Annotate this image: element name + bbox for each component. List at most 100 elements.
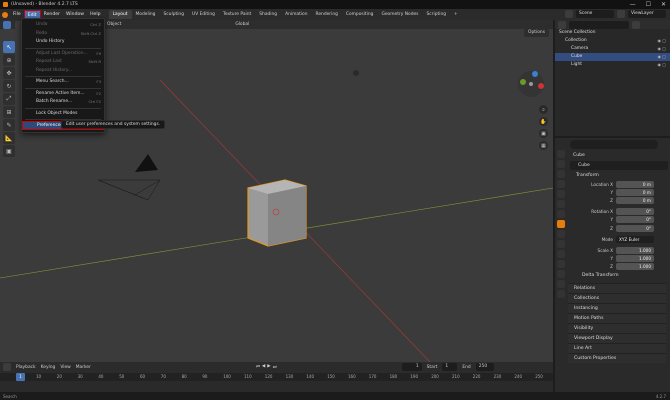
- line-art-panel[interactable]: Line Art: [568, 342, 666, 353]
- perspective-toggle-icon[interactable]: ▦: [539, 141, 548, 150]
- camera-view-icon[interactable]: ▣: [539, 129, 548, 138]
- timeline-ruler[interactable]: 1 10 20 30 40 50 60 70 80 90 100 110 120 130 140 150 16…: [0, 373, 553, 381]
- outliner-scene-collection[interactable]: Scene Collection: [555, 29, 670, 37]
- scale-y-field[interactable]: 1.000: [616, 255, 654, 263]
- scale-tool-icon[interactable]: ⤢: [3, 93, 15, 105]
- cube-object[interactable]: [247, 179, 307, 247]
- output-tab-icon[interactable]: [556, 170, 565, 178]
- scene-tab-icon[interactable]: [556, 190, 565, 198]
- menu-batch-rename[interactable]: Batch Rename... Ctrl F2: [22, 98, 104, 107]
- keying-menu[interactable]: Keying: [41, 365, 56, 370]
- menu-repeat-history[interactable]: Repeat History...: [22, 67, 104, 76]
- outliner-type-icon[interactable]: [558, 20, 566, 29]
- visibility-eye-icon[interactable]: ◉ ▢: [657, 37, 666, 45]
- collections-panel[interactable]: Collections: [568, 292, 666, 303]
- outliner-collection[interactable]: Collection ◉ ▢: [555, 37, 670, 45]
- properties-search-input[interactable]: [570, 140, 658, 149]
- pan-hand-icon[interactable]: ✋: [539, 117, 548, 126]
- viewport-display-panel[interactable]: Viewport Display: [568, 332, 666, 343]
- add-cube-tool-icon[interactable]: ▣: [3, 145, 15, 157]
- visibility-eye-icon[interactable]: ◉ ▢: [657, 61, 666, 69]
- measure-tool-icon[interactable]: 📐: [3, 132, 15, 144]
- collection-tab-icon[interactable]: [556, 210, 565, 218]
- tool-tab-icon[interactable]: [556, 150, 565, 158]
- physics-tab-icon[interactable]: [556, 250, 565, 258]
- instancing-panel[interactable]: Instancing: [568, 302, 666, 313]
- tab-layout[interactable]: Layout: [108, 10, 132, 19]
- add-workspace-button[interactable]: +: [450, 10, 462, 19]
- current-frame-field[interactable]: 1: [401, 363, 422, 371]
- tab-rendering[interactable]: Rendering: [311, 10, 341, 19]
- jump-start-icon[interactable]: ⏮: [256, 364, 260, 370]
- light-object[interactable]: [353, 70, 359, 76]
- end-frame-field[interactable]: 250: [475, 363, 494, 371]
- modifiers-tab-icon[interactable]: [556, 230, 565, 238]
- object-name-field[interactable]: Cube: [570, 161, 668, 170]
- jump-end-icon[interactable]: ⏭: [273, 364, 277, 370]
- outliner-light[interactable]: Light ◉ ▢: [555, 61, 670, 69]
- timeline-editor-type-icon[interactable]: [3, 363, 11, 371]
- world-tab-icon[interactable]: [556, 200, 565, 208]
- delta-transform-panel[interactable]: Delta Transform: [568, 271, 670, 280]
- tab-scripting[interactable]: Scripting: [422, 10, 450, 19]
- scene-selector-icon[interactable]: [565, 10, 573, 18]
- location-z-field[interactable]: 0 m: [616, 196, 654, 204]
- particles-tab-icon[interactable]: [556, 240, 565, 248]
- playback-menu[interactable]: Playback: [16, 365, 36, 370]
- menu-repeat-last[interactable]: Repeat Last Shift R: [22, 58, 104, 67]
- relations-panel[interactable]: Relations: [568, 282, 666, 293]
- rotation-x-field[interactable]: 0°: [616, 208, 654, 216]
- menu-rename-active-item[interactable]: Rename Active Item... F2: [22, 90, 104, 99]
- blender-menu-icon[interactable]: [0, 10, 10, 19]
- location-x-field[interactable]: 0 m: [616, 180, 654, 188]
- texture-tab-icon[interactable]: [556, 290, 565, 298]
- menu-lock-object-modes[interactable]: Lock Object Modes: [22, 110, 104, 119]
- scale-z-field[interactable]: 1.000: [616, 263, 654, 271]
- material-tab-icon[interactable]: [556, 280, 565, 288]
- outliner-camera[interactable]: Camera ◉ ▢: [555, 45, 670, 53]
- scene-field[interactable]: Scene: [576, 10, 614, 18]
- transform-panel-title[interactable]: Transform: [568, 171, 670, 180]
- menu-undo-history[interactable]: Undo History: [22, 38, 104, 47]
- tab-animation[interactable]: Animation: [281, 10, 311, 19]
- current-frame-indicator[interactable]: 1: [16, 373, 25, 381]
- outliner-search-input[interactable]: [569, 20, 629, 29]
- close-button[interactable]: ✕: [661, 1, 666, 8]
- tab-sculpting[interactable]: Sculpting: [159, 10, 188, 19]
- timeline-keyframe-area[interactable]: [0, 381, 553, 392]
- cursor-tool-icon[interactable]: ⊕: [3, 54, 15, 66]
- view-layer-field[interactable]: ViewLayer: [628, 10, 666, 18]
- camera-object[interactable]: [97, 154, 161, 201]
- tab-shading[interactable]: Shading: [255, 10, 281, 19]
- view-menu[interactable]: View: [60, 365, 70, 370]
- filter-icon[interactable]: [632, 20, 640, 29]
- view-layer-icon[interactable]: [617, 10, 625, 18]
- tab-texture-paint[interactable]: Texture Paint: [219, 10, 255, 19]
- minimize-button[interactable]: —: [630, 1, 636, 8]
- play-icon[interactable]: ▶: [267, 364, 270, 370]
- render-tab-icon[interactable]: [556, 160, 565, 168]
- tab-geometry-nodes[interactable]: Geometry Nodes: [377, 10, 422, 19]
- tab-compositing[interactable]: Compositing: [342, 10, 378, 19]
- outliner-cube[interactable]: Cube ◉ ▢: [555, 53, 670, 61]
- view-layer-tab-icon[interactable]: [556, 180, 565, 188]
- data-tab-icon[interactable]: [556, 270, 565, 278]
- tab-modeling[interactable]: Modeling: [132, 10, 160, 19]
- rotation-mode-dropdown[interactable]: XYZ Euler: [616, 235, 654, 243]
- marker-menu[interactable]: Marker: [76, 365, 91, 370]
- tab-uv-editing[interactable]: UV Editing: [188, 10, 219, 19]
- location-y-field[interactable]: 0 m: [616, 188, 654, 196]
- constraints-tab-icon[interactable]: [556, 260, 565, 268]
- maximize-button[interactable]: ☐: [646, 1, 651, 8]
- menu-adjust-last-operation[interactable]: Adjust Last Operation... F9: [22, 50, 104, 59]
- navigation-gizmo[interactable]: [517, 70, 545, 98]
- rotation-y-field[interactable]: 0°: [616, 216, 654, 224]
- select-box-icon[interactable]: ↖: [3, 41, 15, 53]
- zoom-icon[interactable]: ⌕: [539, 105, 548, 114]
- transform-tool-icon[interactable]: ⊞: [3, 106, 15, 118]
- visibility-eye-icon[interactable]: ◉ ▢: [657, 45, 666, 53]
- visibility-eye-icon[interactable]: ◉ ▢: [657, 53, 666, 61]
- object-tab-icon[interactable]: [556, 220, 565, 228]
- motion-paths-panel[interactable]: Motion Paths: [568, 312, 666, 323]
- scale-x-field[interactable]: 1.000: [616, 246, 654, 254]
